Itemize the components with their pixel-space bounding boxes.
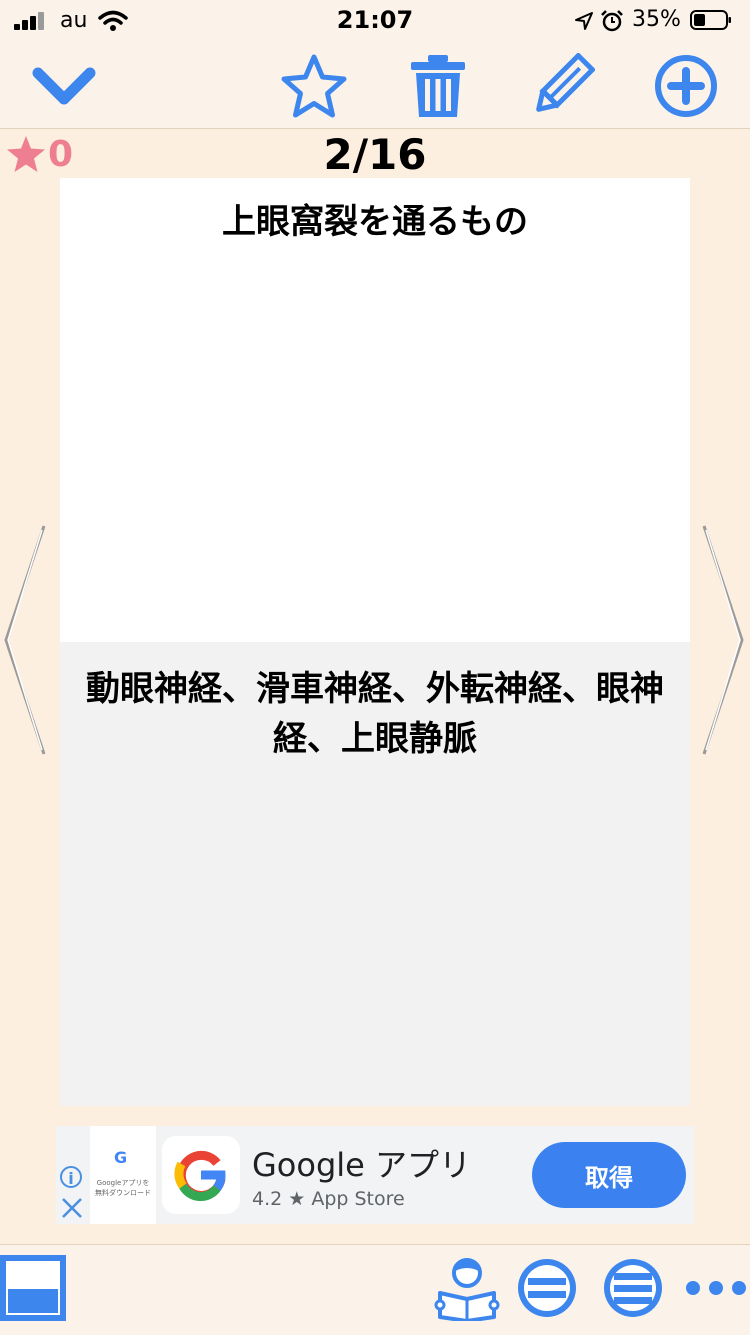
ad-thumb-logo: G (114, 1148, 128, 1167)
three-lines-circle-icon (604, 1259, 662, 1317)
ad-close-icon[interactable] (60, 1196, 84, 1220)
star-outline-icon (281, 54, 347, 118)
edit-button[interactable] (526, 50, 598, 122)
plus-circle-icon (655, 55, 717, 117)
ad-app-name[interactable]: Google アプリ (252, 1140, 471, 1186)
favorite-button[interactable] (278, 50, 350, 122)
ad-thumbnail[interactable]: G Googleアプリを無料ダウンロード (90, 1126, 156, 1224)
ad-get-button[interactable]: 取得 (532, 1142, 686, 1208)
more-dots-icon (686, 1281, 746, 1295)
previous-card-arrow-icon[interactable] (2, 522, 46, 758)
two-lines-circle-icon (518, 1259, 576, 1317)
top-toolbar (0, 44, 750, 129)
collapse-button[interactable] (28, 50, 100, 122)
study-mode-button[interactable] (434, 1255, 500, 1321)
card-question-text: 上眼窩裂を通るもの (222, 202, 528, 242)
layout-toggle-button[interactable] (0, 1255, 66, 1321)
card-answer-text: 動眼神経、滑車神経、外転神経、眼神経、上眼静脈 (86, 669, 664, 759)
card-question-panel[interactable]: 上眼窩裂を通るもの (60, 178, 690, 642)
ad-thumb-caption: Googleアプリを無料ダウンロード (95, 1179, 151, 1197)
ad-app-icon[interactable] (162, 1136, 240, 1214)
battery-percent: 35% (632, 7, 681, 32)
alarm-icon (601, 10, 623, 32)
list-compact-button[interactable] (514, 1255, 580, 1321)
status-bar: au 21:07 35% (0, 0, 750, 44)
add-card-button[interactable] (650, 50, 722, 122)
more-button[interactable] (682, 1255, 750, 1321)
list-full-button[interactable] (600, 1255, 666, 1321)
battery-icon (690, 10, 731, 30)
trash-icon (411, 55, 465, 117)
pencil-icon (536, 53, 595, 112)
ad-banner[interactable]: i G Googleアプリを無料ダウンロード Google アプリ 4.2 ★ … (56, 1126, 694, 1224)
ad-info-icon[interactable]: i (60, 1166, 82, 1188)
card-answer-panel[interactable]: 動眼神経、滑車神経、外転神経、眼神経、上眼静脈 (60, 642, 690, 1106)
layout-toggle-icon (0, 1255, 66, 1321)
google-logo-icon (174, 1150, 226, 1202)
chevron-down-icon (32, 67, 96, 105)
bottom-toolbar (0, 1244, 750, 1335)
next-card-arrow-icon[interactable] (702, 522, 746, 758)
location-arrow-icon (575, 12, 593, 30)
delete-button[interactable] (402, 50, 474, 122)
ad-rating-line: 4.2 ★ App Store (252, 1188, 405, 1210)
reading-person-icon (434, 1258, 500, 1321)
card-progress: 2/16 (323, 130, 427, 179)
